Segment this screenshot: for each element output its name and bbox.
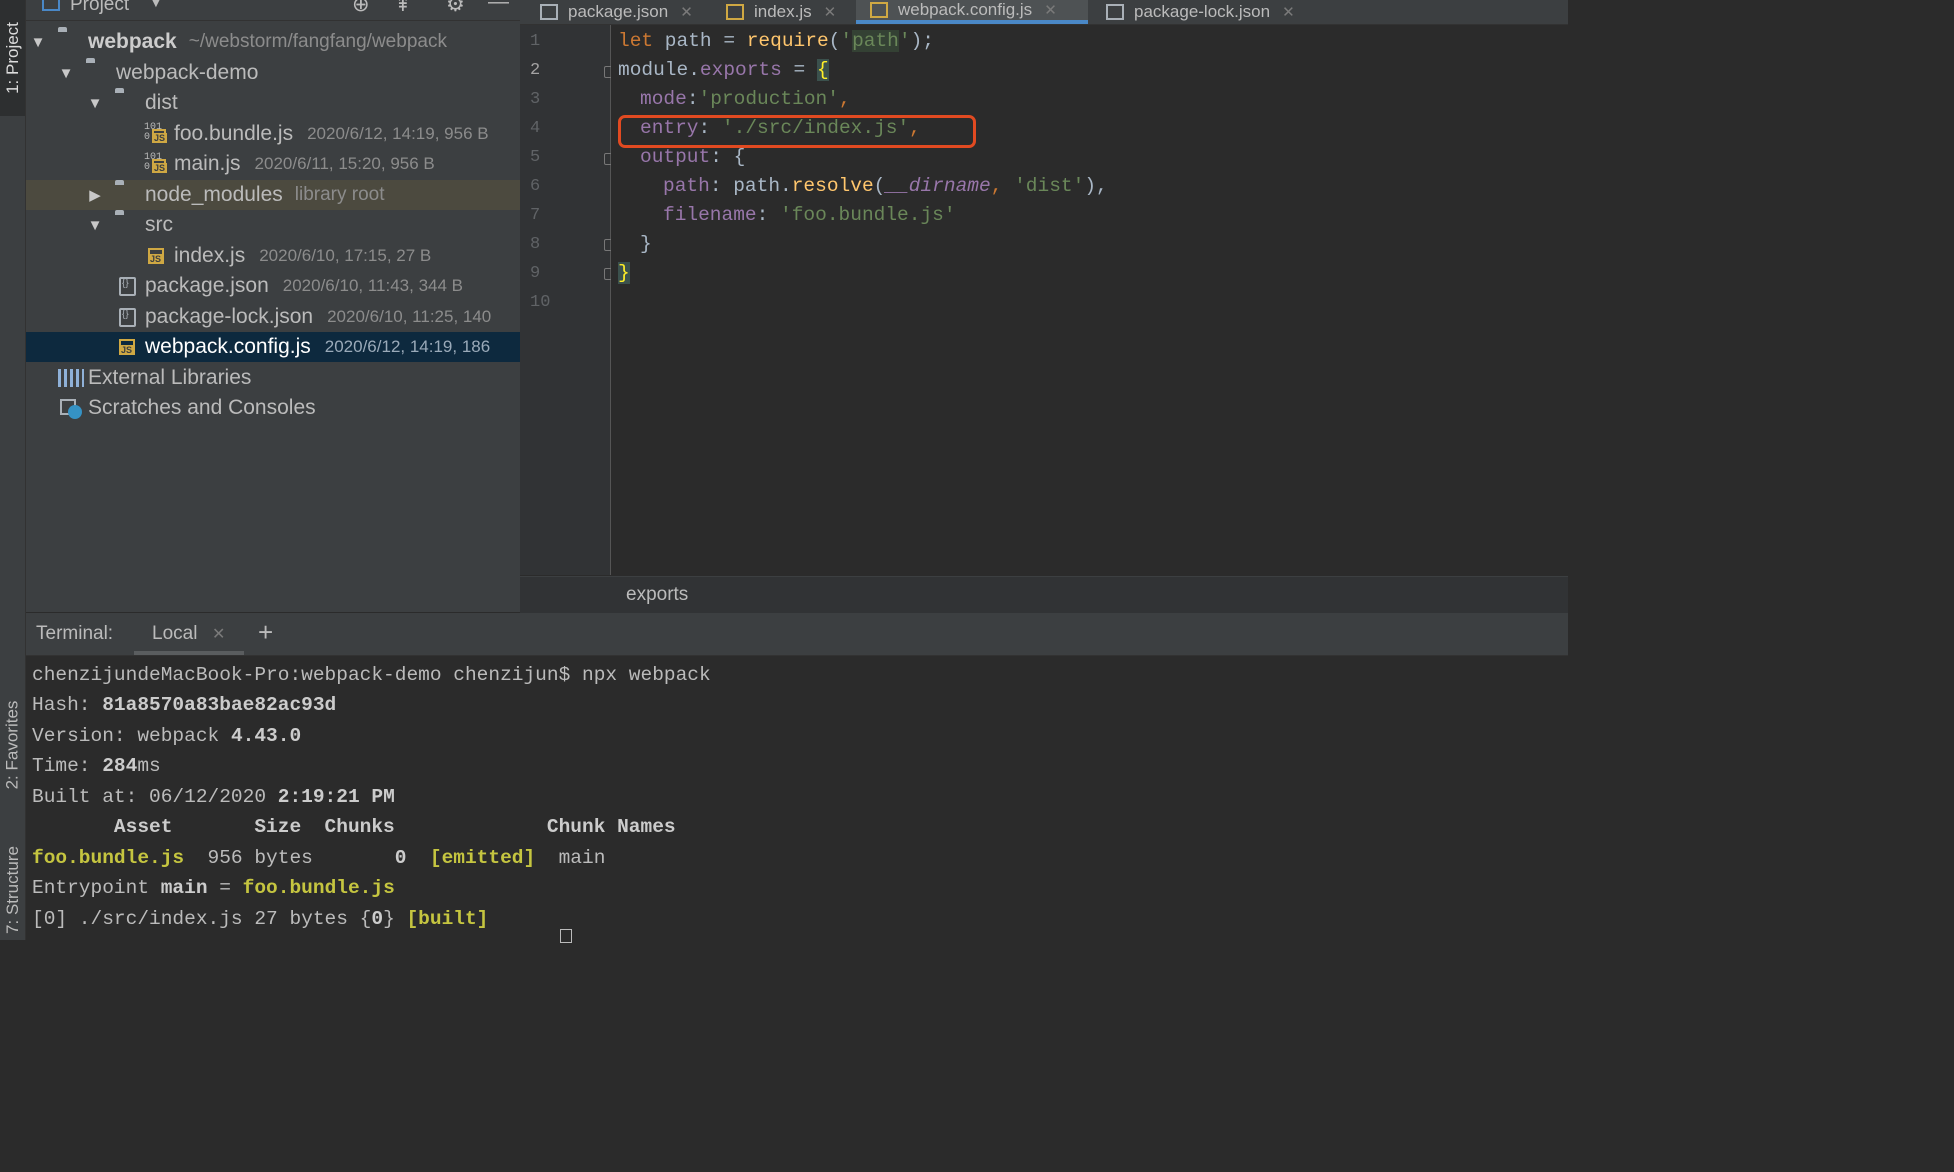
structure-tool-tab[interactable]: 7: Structure — [0, 840, 25, 940]
json-file-icon — [540, 4, 558, 20]
folder-icon — [86, 62, 112, 84]
tree-node-webpack-demo[interactable]: ▼ webpack-demo — [26, 58, 550, 88]
breadcrumb-item[interactable]: exports — [626, 584, 688, 606]
json-file-icon — [115, 275, 141, 297]
terminal-line: [0] ./src/index.js 27 bytes {0} [built] — [32, 908, 489, 930]
locate-icon[interactable]: ⊕ — [352, 0, 370, 17]
code-line-7: filename: 'foo.bundle.js' — [663, 204, 956, 226]
line-number: 8 — [530, 235, 541, 254]
tree-node-external-libraries[interactable]: External Libraries — [26, 363, 552, 393]
close-icon[interactable]: ✕ — [680, 3, 693, 21]
terminal-line: chenzijundeMacBook-Pro:webpack-demo chen… — [32, 664, 711, 686]
tree-node-node-modules[interactable]: ▶ node_modules library root — [26, 180, 579, 210]
close-icon[interactable]: ✕ — [1282, 3, 1295, 21]
terminal-line: Entrypoint main = foo.bundle.js — [32, 877, 395, 899]
js-file-icon: JS — [144, 245, 170, 267]
binary-js-file-icon: 101 0 JS — [144, 152, 168, 173]
line-number: 6 — [530, 177, 541, 196]
tab-index-js[interactable]: index.js ✕ — [726, 0, 836, 24]
close-icon[interactable]: ✕ — [824, 3, 837, 21]
project-view-icon — [42, 0, 60, 11]
expanded-arrow-icon[interactable]: ▼ — [85, 217, 105, 234]
js-file-icon — [870, 2, 888, 18]
line-number: 2 — [530, 61, 541, 80]
tab-package-lock-json[interactable]: package-lock.json ✕ — [1106, 0, 1295, 24]
terminal-line: foo.bundle.js 956 bytes 0 [emitted] main — [32, 847, 606, 869]
project-tool-tab[interactable]: 1: Project — [0, 0, 25, 116]
libraries-icon — [58, 369, 84, 387]
folder-icon — [58, 31, 84, 53]
terminal-line: Time: 284ms — [32, 755, 161, 777]
terminal-output[interactable]: chenzijundeMacBook-Pro:webpack-demo chen… — [26, 656, 1568, 943]
code-editor[interactable]: let path = require('path'); module.expor… — [611, 25, 1568, 575]
code-line-1: let path = require('path'); — [618, 30, 934, 52]
expanded-arrow-icon[interactable]: ▼ — [85, 95, 105, 112]
tab-package-json[interactable]: package.json ✕ — [540, 0, 693, 24]
js-file-icon — [726, 4, 744, 20]
terminal-line: Asset Size Chunks Chunk Names — [32, 816, 676, 838]
project-view-title[interactable]: Project — [70, 0, 129, 16]
line-number: 5 — [530, 148, 541, 167]
folder-icon — [115, 184, 141, 206]
terminal-header: Terminal: Local ✕ + — [26, 613, 1568, 656]
chevron-down-icon[interactable]: ▼ — [148, 0, 164, 12]
code-line-9: } — [618, 262, 630, 284]
terminal-line: Version: webpack 4.43.0 — [32, 725, 302, 747]
tree-node-scratches[interactable]: Scratches and Consoles — [26, 393, 552, 423]
code-line-2: module.exports = { — [618, 59, 829, 81]
code-line-3: mode:'production', — [640, 88, 851, 110]
collapsed-arrow-icon[interactable]: ▶ — [85, 186, 105, 204]
tab-webpack-config[interactable]: webpack.config.js ✕ — [856, 0, 1088, 24]
tree-node-dist[interactable]: ▼ dist — [26, 88, 579, 118]
code-line-8: } — [640, 233, 652, 255]
expanded-arrow-icon[interactable]: ▼ — [28, 34, 48, 51]
terminal-line: Built at: 06/12/2020 2:19:21 PM — [32, 786, 395, 808]
favorites-tool-tab[interactable]: 2: Favorites — [0, 680, 25, 810]
json-file-icon — [1106, 4, 1124, 20]
tool-window-strip: 1: Project 2: Favorites 7: Structure — [0, 0, 26, 940]
entry-highlight-box — [618, 115, 976, 148]
expanded-arrow-icon[interactable]: ▼ — [56, 65, 76, 82]
line-number-gutter: 1 2 3 4 5 6 7 8 9 10 — [520, 25, 614, 575]
terminal-line: Hash: 81a8570a83bae82ac93d — [32, 694, 337, 716]
project-panel: Project ▼ ⊕ ⇞ ⚙ — ▼ webpack ~/webstorm/f… — [26, 0, 609, 612]
terminal-cursor — [560, 929, 572, 943]
scratches-icon — [58, 397, 84, 419]
close-icon[interactable]: ✕ — [1044, 1, 1057, 19]
terminal-title: Terminal: — [36, 623, 114, 644]
breadcrumb: exports — [520, 576, 1568, 613]
editor-tab-bar: package.json ✕ index.js ✕ webpack.config… — [520, 0, 1568, 25]
gear-icon[interactable]: ⚙ — [446, 0, 465, 17]
terminal-tab-local[interactable]: Local ✕ — [134, 613, 244, 655]
code-line-6: path: path.resolve(__dirname, 'dist'), — [663, 175, 1108, 197]
json-file-icon — [115, 306, 141, 328]
tree-node-src[interactable]: ▼ src — [26, 210, 579, 240]
line-number: 7 — [530, 206, 541, 225]
hide-icon[interactable]: — — [488, 0, 509, 14]
collapse-all-icon[interactable]: ⇞ — [394, 0, 412, 17]
binary-js-file-icon: 101 0 JS — [144, 122, 168, 143]
folder-icon — [115, 92, 141, 114]
close-icon[interactable]: ✕ — [212, 624, 225, 644]
js-file-icon: JS — [115, 336, 141, 358]
line-number: 10 — [530, 293, 551, 312]
project-panel-header: Project ▼ ⊕ ⇞ ⚙ — — [26, 0, 520, 21]
line-number: 9 — [530, 264, 541, 283]
line-number: 3 — [530, 90, 541, 109]
line-number: 4 — [530, 119, 541, 138]
folder-icon — [115, 214, 141, 236]
line-number: 1 — [530, 32, 541, 51]
new-terminal-button[interactable]: + — [258, 617, 273, 648]
tree-node-webpack[interactable]: ▼ webpack ~/webstorm/fangfang/webpack — [26, 27, 522, 57]
